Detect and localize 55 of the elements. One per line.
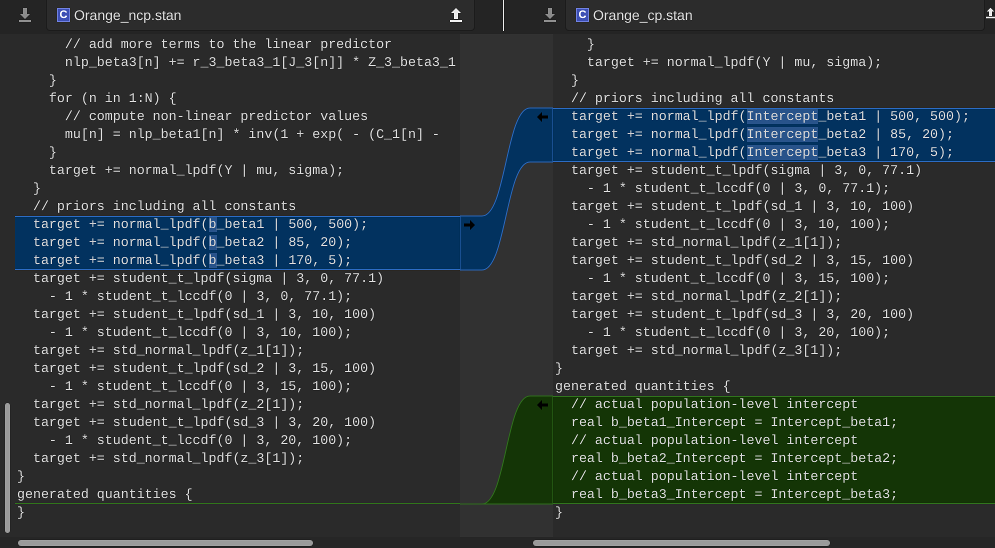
code-line: } bbox=[48, 144, 58, 162]
code-line: target += std_normal_lpdf(z_2[1]); bbox=[570, 288, 844, 306]
code-line: generated quantities { bbox=[554, 378, 732, 396]
code-line: } bbox=[32, 180, 42, 198]
file-selector[interactable]: C Orange_ncp.stan bbox=[46, 0, 475, 31]
code-line: - 1 * student_t_lccdf(0 | 3, 10, 100); bbox=[48, 324, 354, 342]
file-type-badge: C bbox=[576, 8, 589, 22]
code-line: target += std_normal_lpdf(z_2[1]); bbox=[32, 396, 306, 414]
download-icon[interactable] bbox=[541, 6, 559, 24]
code-line: target += student_t_lpdf(sd_3 | 3, 20, 100) bbox=[570, 306, 916, 324]
code-line: target += student_t_lpdf(sd_3 | 3, 20, 100) bbox=[32, 414, 378, 432]
code-line: } bbox=[554, 360, 564, 378]
code-line: target += student_t_lpdf(sigma | 3, 0, 77.1) bbox=[32, 270, 386, 288]
horizontal-scrollbar-thumb[interactable] bbox=[18, 540, 313, 546]
code-line: target += student_t_lpdf(sd_1 | 3, 10, 100) bbox=[32, 306, 378, 324]
code-line: } bbox=[16, 468, 26, 486]
code-line: target += std_normal_lpdf(z_3[1]); bbox=[570, 342, 844, 360]
file-selector[interactable]: C Orange_cp.stan bbox=[565, 0, 985, 31]
code-line: target += student_t_lpdf(sd_2 | 3, 15, 100) bbox=[32, 360, 378, 378]
code-line: target += std_normal_lpdf(z_3[1]); bbox=[32, 450, 306, 468]
code-line: target += normal_lpdf(Y | mu, sigma); bbox=[586, 54, 884, 72]
code-line: target += student_t_lpdf(sigma | 3, 0, 77.1) bbox=[570, 162, 924, 180]
code-line: - 1 * student_t_lccdf(0 | 3, 15, 100); bbox=[48, 378, 354, 396]
code-line: for (n in 1:N) { bbox=[48, 90, 178, 108]
file-type-badge: C bbox=[57, 8, 70, 22]
code-line: } bbox=[48, 72, 58, 90]
download-icon[interactable] bbox=[16, 6, 34, 24]
vertical-scrollbar-thumb[interactable] bbox=[5, 403, 10, 533]
code-line: target += student_t_lpdf(sd_1 | 3, 10, 100) bbox=[570, 198, 916, 216]
code-line: - 1 * student_t_lccdf(0 | 3, 15, 100); bbox=[586, 270, 892, 288]
code-line: } bbox=[16, 504, 26, 522]
code-line: // priors including all constants bbox=[570, 90, 836, 108]
code-line: - 1 * student_t_lccdf(0 | 3, 10, 100); bbox=[586, 216, 892, 234]
code-line: } bbox=[586, 36, 596, 54]
code-line: - 1 * student_t_lccdf(0 | 3, 20, 100); bbox=[586, 324, 892, 342]
code-line: mu[n] = nlp_beta1[n] * inv(1 + exp( - (C_1[n] - bbox=[64, 126, 441, 144]
file-name: Orange_cp.stan bbox=[593, 6, 693, 25]
code-line: - 1 * student_t_lccdf(0 | 3, 0, 77.1); bbox=[48, 288, 354, 306]
code-line: - 1 * student_t_lccdf(0 | 3, 0, 77.1); bbox=[586, 180, 892, 198]
code-line: // compute non-linear predictor values bbox=[64, 108, 370, 126]
code-line: target += student_t_lpdf(sd_2 | 3, 15, 100) bbox=[570, 252, 916, 270]
code-line: target += normal_lpdf(Y | mu, sigma); bbox=[48, 162, 346, 180]
code-line: } bbox=[570, 72, 580, 90]
code-line: nlp_beta3[n] += r_3_beta3_1[J_3[n]] * Z_3_beta3_1 bbox=[64, 54, 457, 72]
code-line: target += std_normal_lpdf(z_1[1]); bbox=[32, 342, 306, 360]
save-icon[interactable] bbox=[986, 6, 995, 20]
code-line: - 1 * student_t_lccdf(0 | 3, 20, 100); bbox=[48, 432, 354, 450]
code-line: generated quantities { bbox=[15, 486, 460, 504]
code-line: // add more terms to the linear predictor bbox=[64, 36, 394, 54]
save-icon[interactable] bbox=[450, 8, 462, 22]
code-line: } bbox=[554, 504, 564, 522]
horizontal-scrollbar-thumb[interactable] bbox=[533, 540, 830, 546]
code-line: target += std_normal_lpdf(z_1[1]); bbox=[570, 234, 844, 252]
code-line: // priors including all constants bbox=[32, 198, 298, 216]
file-name: Orange_ncp.stan bbox=[74, 6, 182, 25]
